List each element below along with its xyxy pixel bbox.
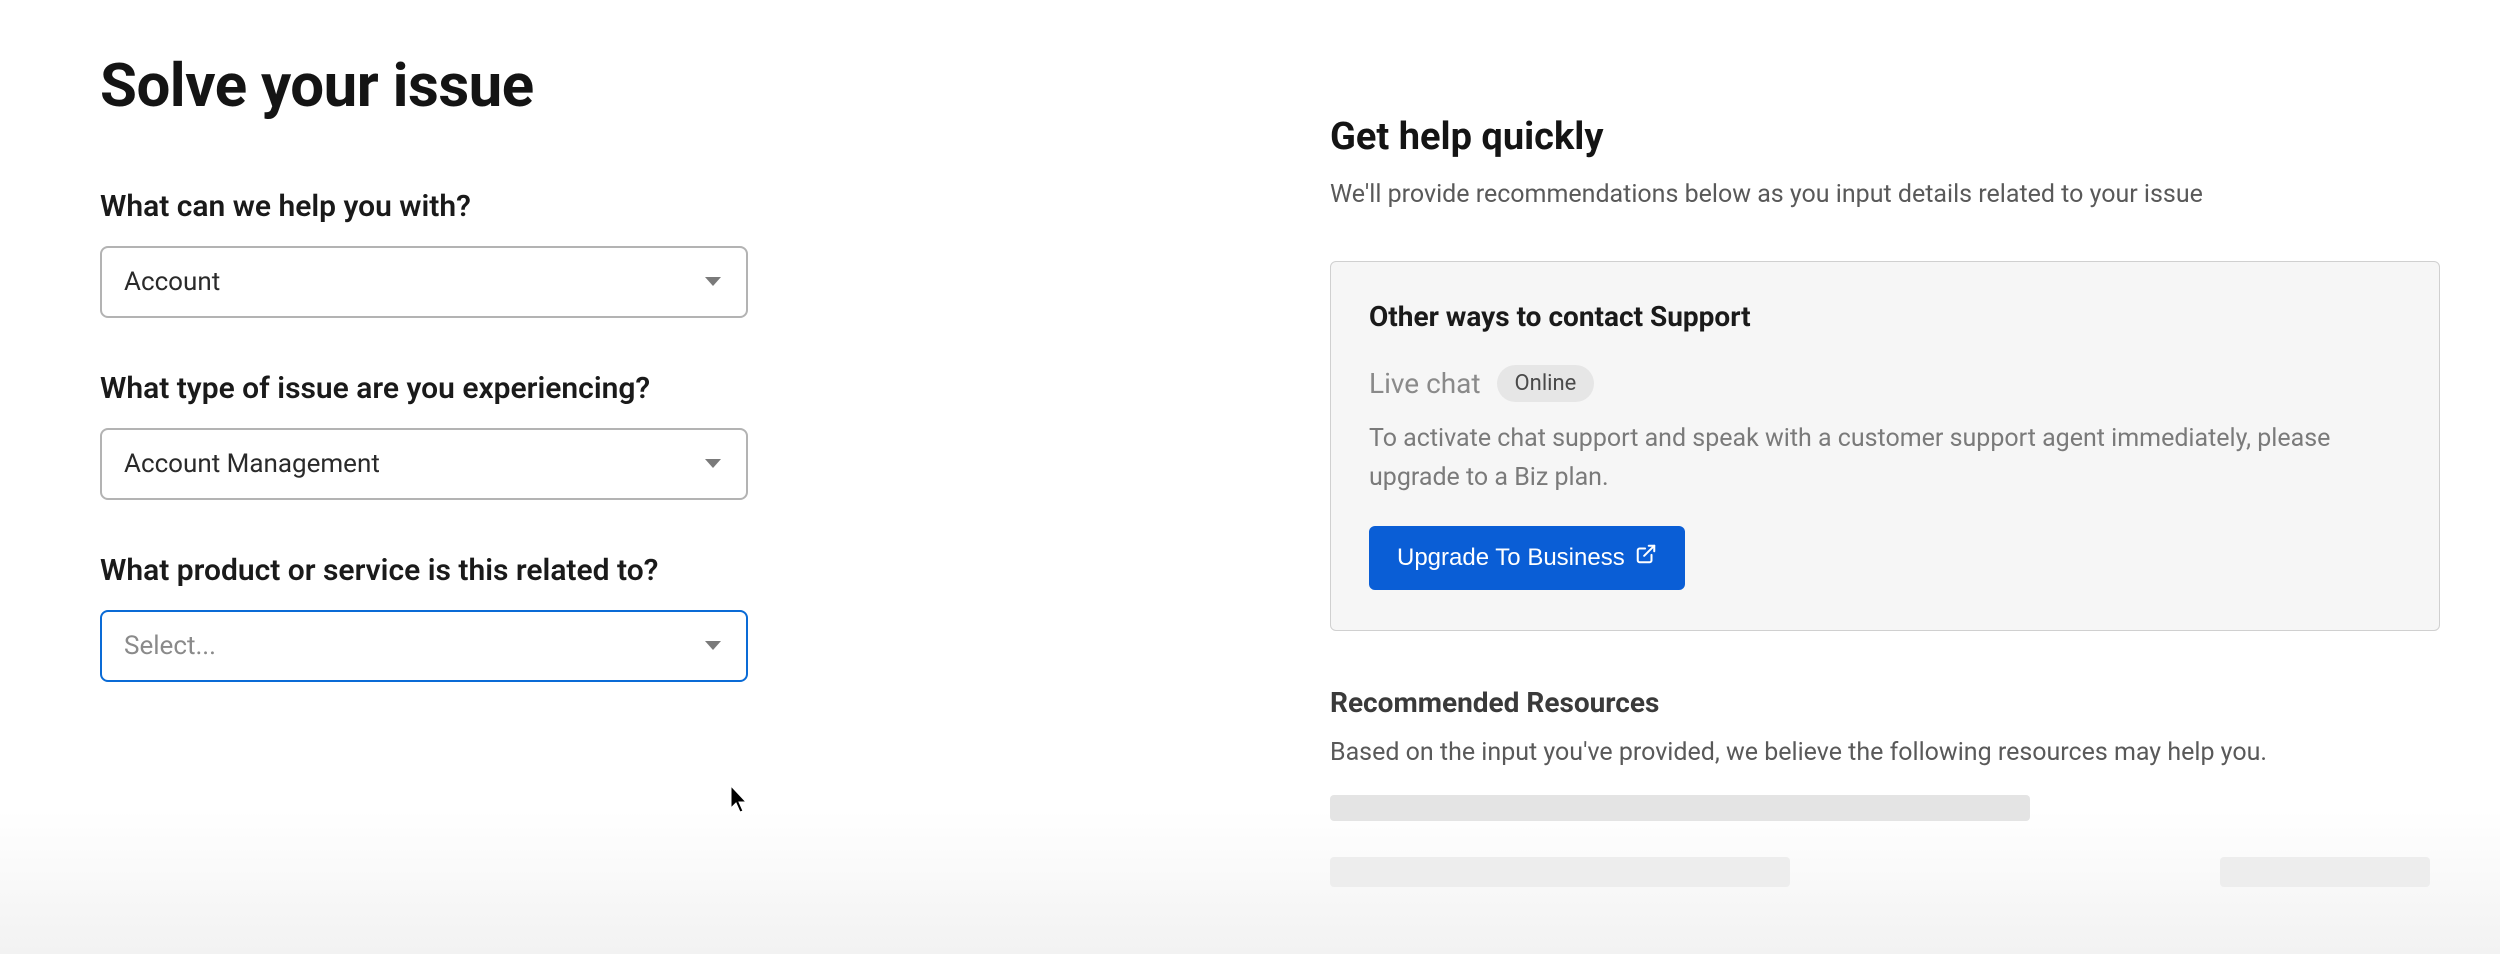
form-group-product: What product or service is this related …: [100, 550, 700, 682]
status-badge: Online: [1497, 365, 1595, 402]
form-group-help-with: What can we help you with? Account: [100, 186, 700, 318]
select-issue-type-value: Account Management: [124, 449, 380, 479]
contact-support-card: Other ways to contact Support Live chat …: [1330, 261, 2440, 631]
external-link-icon: [1635, 543, 1657, 572]
recommended-title: Recommended Resources: [1330, 686, 2440, 719]
chevron-down-icon: [704, 640, 722, 652]
label-help-with: What can we help you with?: [100, 186, 700, 228]
skeleton-loader-row: [1330, 857, 2440, 887]
select-issue-type[interactable]: Account Management: [100, 428, 748, 500]
select-product[interactable]: Select...: [100, 610, 748, 682]
skeleton-loader: [1330, 795, 2030, 821]
select-help-with[interactable]: Account: [100, 246, 748, 318]
skeleton-block: [2220, 857, 2430, 887]
card-description: To activate chat support and speak with …: [1369, 420, 2401, 498]
card-title: Other ways to contact Support: [1369, 300, 2401, 333]
upgrade-button-label: Upgrade To Business: [1397, 544, 1625, 572]
label-issue-type: What type of issue are you experiencing?: [100, 368, 700, 410]
select-product-placeholder: Select...: [124, 631, 216, 661]
side-title: Get help quickly: [1330, 115, 2440, 159]
side-subtitle: We'll provide recommendations below as y…: [1330, 177, 2440, 213]
recommended-subtitle: Based on the input you've provided, we b…: [1330, 735, 2440, 771]
chevron-down-icon: [704, 458, 722, 470]
form-group-issue-type: What type of issue are you experiencing?…: [100, 368, 700, 500]
skeleton-block: [1330, 857, 1790, 887]
chevron-down-icon: [704, 276, 722, 288]
select-help-with-value: Account: [124, 267, 220, 297]
label-product: What product or service is this related …: [100, 550, 700, 592]
live-chat-label: Live chat: [1369, 367, 1481, 400]
page-title: Solve your issue: [100, 50, 700, 121]
upgrade-button[interactable]: Upgrade To Business: [1369, 526, 1685, 590]
